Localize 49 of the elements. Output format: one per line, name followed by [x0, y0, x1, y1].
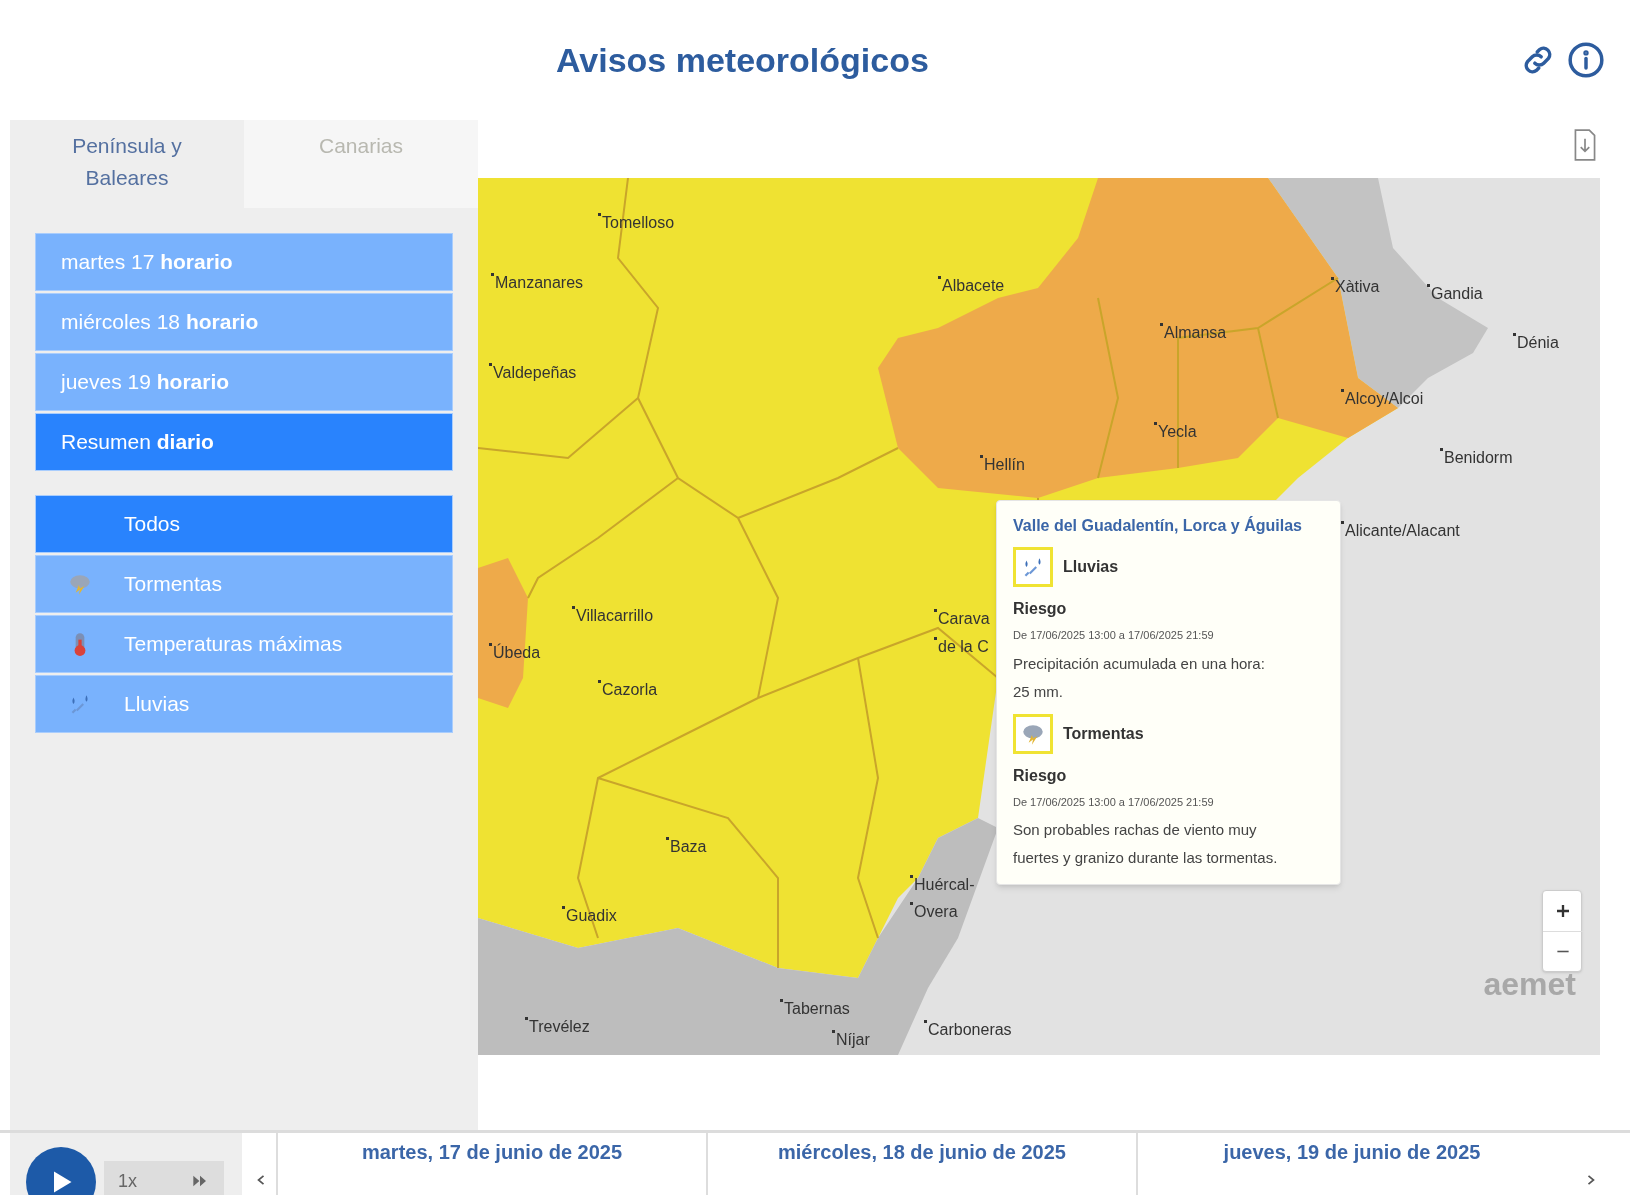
- phenomenon-filter-button[interactable]: Todos: [35, 495, 453, 553]
- place-label: Albacete: [942, 276, 1005, 296]
- place-label: Guadix: [566, 906, 617, 926]
- day-option-button[interactable]: miércoles 18 horario: [35, 293, 453, 351]
- phenomenon-filter-button[interactable]: Temperaturas máximas: [35, 615, 453, 673]
- previous-chevron-icon[interactable]: [256, 1175, 266, 1185]
- place-label: Manzanares: [495, 273, 584, 293]
- place-label: Overa: [914, 902, 958, 922]
- place-label: Villacarrillo: [576, 606, 654, 626]
- place-label: Tomelloso: [602, 213, 675, 233]
- phenomenon-filter-button[interactable]: Lluvias: [35, 675, 453, 733]
- next-chevron-icon[interactable]: [1586, 1175, 1596, 1185]
- place-label: Baza: [670, 837, 707, 857]
- warning-period: De 17/06/2025 13:00 a 17/06/2025 21:59: [1013, 794, 1215, 810]
- place-label: Úbeda: [493, 642, 541, 663]
- place-label: Yecla: [1158, 422, 1197, 442]
- warning-level: Riesgo: [1013, 765, 1068, 786]
- day-option-button[interactable]: jueves 19 horario: [35, 353, 453, 411]
- place-label: Benidorm: [1444, 448, 1513, 468]
- info-icon[interactable]: [1567, 41, 1605, 79]
- place-label: Cazorla: [602, 680, 658, 700]
- warning-level: Riesgo: [1013, 599, 1068, 619]
- place-label: de la C: [938, 637, 989, 657]
- speed-label[interactable]: 1x: [118, 1167, 137, 1195]
- page-title: Avisos meteorológicos: [556, 39, 929, 81]
- place-label: Valdepeñas: [493, 363, 577, 383]
- place-label: Gandia: [1431, 284, 1483, 304]
- place-label: Tabernas: [784, 999, 850, 1019]
- place-label: Níjar: [836, 1030, 870, 1050]
- day-option-button[interactable]: Resumen diario: [35, 413, 453, 471]
- place-label: Hellín: [984, 455, 1025, 475]
- warning-description: Precipitación acumulada en una hora: 25 mm.: [1013, 653, 1266, 702]
- map-logo: aemet: [1483, 965, 1576, 1004]
- day-option-button[interactable]: martes 17 horario: [35, 233, 453, 291]
- phenomenon-filter-button[interactable]: Tormentas: [35, 555, 453, 613]
- region-tab[interactable]: Canarias: [244, 120, 478, 208]
- place-label: Almansa: [1164, 323, 1227, 343]
- warning-name: Lluvias: [1063, 557, 1119, 577]
- popup-title: Valle del Guadalentín, Lorca y Águilas: [1013, 515, 1303, 536]
- place-label: Alicante/Alacant: [1345, 521, 1460, 541]
- download-icon[interactable]: [1572, 128, 1598, 162]
- warning-description: Son probables rachas de viento muy fuertes y granizo durante las tormentas.: [1013, 820, 1279, 868]
- place-label: Trevélez: [529, 1017, 590, 1037]
- warning-name: Tormentas: [1063, 723, 1144, 744]
- place-label: Carboneras: [928, 1020, 1012, 1040]
- place-label: Huércal-: [914, 875, 975, 895]
- place-label: Carava: [938, 609, 990, 629]
- place-label: Dénia: [1517, 333, 1559, 353]
- warning-period: De 17/06/2025 13:00 a 17/06/2025 21:59: [1013, 628, 1215, 643]
